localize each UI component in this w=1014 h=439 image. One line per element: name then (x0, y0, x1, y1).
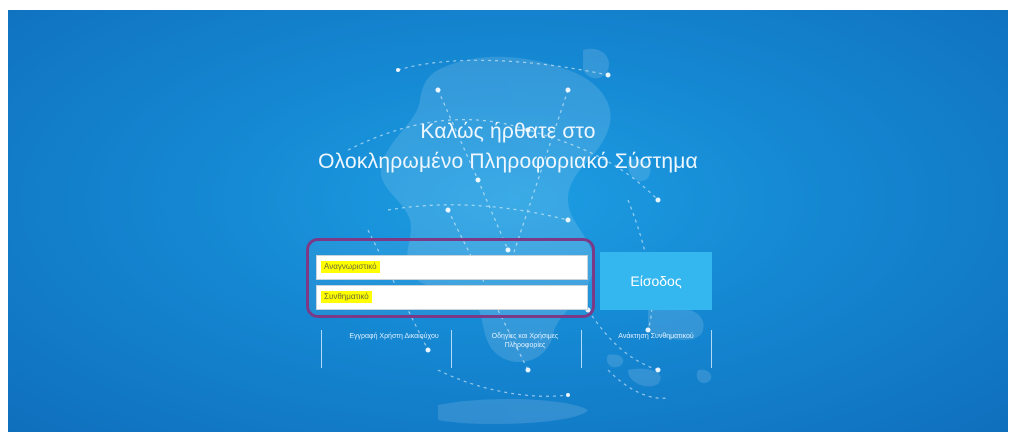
link-separator (581, 330, 582, 368)
login-form-highlight: Αναγνωριστικό Συνθηματικό (306, 238, 595, 318)
username-placeholder: Αναγνωριστικό (321, 261, 380, 273)
welcome-title-line-2: Ολοκληρωμένο Πληροφοριακό Σύστημα (318, 150, 698, 173)
welcome-title-line-1: Καλώς ήρθατε στο (420, 120, 596, 143)
instructions-link[interactable]: Οδηγίες και Χρήσιμες Πληροφορίες (480, 332, 570, 350)
help-links: Εγγραφή Χρήστη Δικαιούχου Οδηγίες και Χρ… (313, 330, 713, 378)
password-placeholder: Συνθηματικό (321, 291, 372, 303)
password-field[interactable]: Συνθηματικό (316, 285, 588, 310)
link-separator (711, 330, 712, 368)
link-separator (451, 330, 452, 368)
recover-password-link[interactable]: Ανάκτηση Συνθηματικού (611, 332, 701, 341)
login-button[interactable]: Είσοδος (600, 252, 712, 310)
username-field[interactable]: Αναγνωριστικό (316, 255, 588, 280)
register-user-link[interactable]: Εγγραφή Χρήστη Δικαιούχου (349, 332, 439, 341)
login-page: Καλώς ήρθατε στο Ολοκληρωμένο Πληροφορια… (8, 10, 1008, 432)
link-separator (321, 330, 322, 368)
